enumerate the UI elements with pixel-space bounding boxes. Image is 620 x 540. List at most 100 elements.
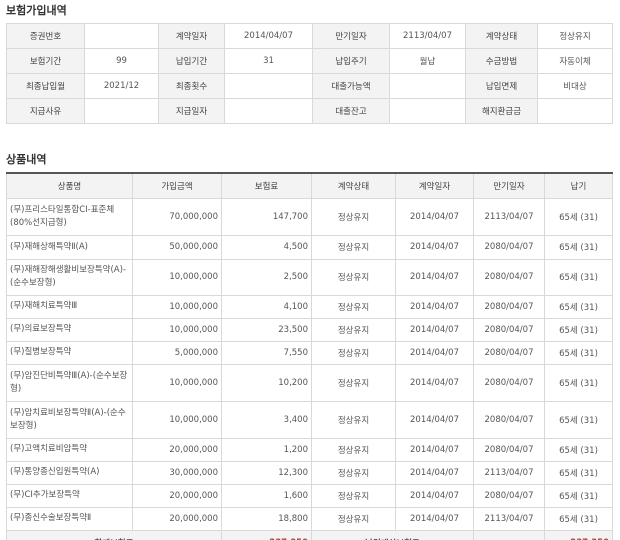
cell-start: 2014/04/07 <box>395 483 474 508</box>
info-value <box>84 23 159 49</box>
cell-status: 정상유지 <box>311 294 396 319</box>
cell-end: 2080/04/07 <box>473 258 545 296</box>
cell-status: 정상유지 <box>311 437 396 462</box>
info-label: 보험기간 <box>6 48 85 74</box>
cell-premium: 1,600 <box>221 483 312 508</box>
info-value <box>537 98 613 124</box>
table-row: (무)프리스타일통합CI-표준체(80%선지급형) 70,000,000 147,7… <box>6 197 613 236</box>
payable-label: 납입대상보험료 <box>311 529 474 540</box>
section-title-products: 상품내역 <box>6 153 47 166</box>
info-label: 계약상태 <box>465 23 538 49</box>
cell-start: 2014/04/07 <box>395 294 474 319</box>
cell-amount: 5,000,000 <box>132 340 222 365</box>
cell-name: (무)질병보장특약 <box>6 340 133 365</box>
cell-amount: 20,000,000 <box>132 483 222 508</box>
column-header: 계약상태 <box>311 172 396 199</box>
cell-status: 정상유지 <box>311 483 396 508</box>
column-header: 만기일자 <box>473 172 545 199</box>
cell-premium: 1,200 <box>221 437 312 462</box>
info-value: 2014/04/07 <box>224 23 313 49</box>
cell-start: 2014/04/07 <box>395 317 474 342</box>
cell-amount: 10,000,000 <box>132 258 222 296</box>
info-value <box>389 98 466 124</box>
payable-spacer <box>473 529 545 540</box>
cell-status: 정상유지 <box>311 340 396 365</box>
cell-status: 정상유지 <box>311 460 396 485</box>
info-label: 대출가능액 <box>312 73 390 99</box>
cell-end: 2113/04/07 <box>473 506 545 531</box>
cell-status: 정상유지 <box>311 400 396 439</box>
cell-premium: 18,800 <box>221 506 312 531</box>
info-row: 지급사유 지급일자 대출잔고 해지환급금 <box>6 98 613 124</box>
info-label: 지급사유 <box>6 98 85 124</box>
cell-premium: 10,200 <box>221 363 312 402</box>
cell-status: 정상유지 <box>311 317 396 342</box>
cell-end: 2080/04/07 <box>473 234 545 260</box>
cell-status: 정상유지 <box>311 197 396 236</box>
cell-end: 2080/04/07 <box>473 400 545 439</box>
table-row: (무)재해상해특약Ⅱ(A) 50,000,000 4,500 정상유지 2014/04/… <box>6 234 613 260</box>
cell-name: (무)암치료비보장특약Ⅱ(A)-(순수보장형) <box>6 400 133 439</box>
cell-name: (무)암진단비특약Ⅲ(A)-(순수보장형) <box>6 363 133 402</box>
cell-start: 2014/04/07 <box>395 506 474 531</box>
cell-term: 65세 (31) <box>544 258 613 296</box>
cell-status: 정상유지 <box>311 258 396 296</box>
info-label: 최종횟수 <box>158 73 225 99</box>
cell-amount: 20,000,000 <box>132 506 222 531</box>
info-label: 대출잔고 <box>312 98 390 124</box>
cell-premium: 3,400 <box>221 400 312 439</box>
info-label: 납입기간 <box>158 48 225 74</box>
cell-premium: 12,300 <box>221 460 312 485</box>
cell-name: (무)CI추가보장특약 <box>6 483 133 508</box>
cell-status: 정상유지 <box>311 234 396 260</box>
cell-term: 65세 (31) <box>544 363 613 402</box>
cell-premium: 23,500 <box>221 317 312 342</box>
info-label: 최종납입월 <box>6 73 85 99</box>
info-value: 2021/12 <box>84 73 159 99</box>
cell-term: 65세 (31) <box>544 437 613 462</box>
cell-end: 2113/04/07 <box>473 197 545 236</box>
table-row: (무)고액치료비암특약 20,000,000 1,200 정상유지 2014/04/07… <box>6 437 613 462</box>
cell-start: 2014/04/07 <box>395 234 474 260</box>
info-value: 2113/04/07 <box>389 23 466 49</box>
total-label: 합계보험료 <box>6 529 222 540</box>
cell-term: 65세 (31) <box>544 460 613 485</box>
products-header-row: 상품명 가입금액 보험료 계약상태 계약일자 만기일자 납기 <box>6 172 613 199</box>
info-value: 99 <box>84 48 159 74</box>
info-label: 계약일자 <box>158 23 225 49</box>
cell-end: 2080/04/07 <box>473 317 545 342</box>
cell-term: 65세 (31) <box>544 197 613 236</box>
cell-start: 2014/04/07 <box>395 197 474 236</box>
cell-term: 65세 (31) <box>544 483 613 508</box>
cell-end: 2113/04/07 <box>473 460 545 485</box>
info-label: 수금방법 <box>465 48 538 74</box>
products-table: 상품명 가입금액 보험료 계약상태 계약일자 만기일자 납기 (무)프리스타일통합CI-표준… <box>6 172 613 540</box>
info-value: 비대상 <box>537 73 613 99</box>
cell-amount: 70,000,000 <box>132 197 222 236</box>
cell-premium: 147,700 <box>221 197 312 236</box>
cell-amount: 10,000,000 <box>132 400 222 439</box>
table-row: (무)질병보장특약 5,000,000 7,550 정상유지 2014/04/07 208… <box>6 340 613 365</box>
cell-start: 2014/04/07 <box>395 363 474 402</box>
cell-end: 2080/04/07 <box>473 483 545 508</box>
table-row: (무)재해장해생활비보장특약(A)-(순수보장형) 10,000,000 2,500… <box>6 258 613 296</box>
table-row: (무)CI추가보장특약 20,000,000 1,600 정상유지 2014/04/07… <box>6 483 613 508</box>
total-value: 237,350 <box>221 529 312 540</box>
cell-end: 2080/04/07 <box>473 437 545 462</box>
cell-amount: 50,000,000 <box>132 234 222 260</box>
info-value <box>389 73 466 99</box>
cell-premium: 7,550 <box>221 340 312 365</box>
column-header: 상품명 <box>6 172 133 199</box>
cell-premium: 4,500 <box>221 234 312 260</box>
table-row: (무)재해치료특약Ⅲ 10,000,000 4,100 정상유지 2014/04/07 2… <box>6 294 613 319</box>
cell-start: 2014/04/07 <box>395 460 474 485</box>
info-label: 만기일자 <box>312 23 390 49</box>
cell-term: 65세 (31) <box>544 506 613 531</box>
cell-term: 65세 (31) <box>544 294 613 319</box>
cell-name: (무)재해장해생활비보장특약(A)-(순수보장형) <box>6 258 133 296</box>
cell-amount: 10,000,000 <box>132 363 222 402</box>
section-title-insurance: 보험가입내역 <box>6 4 67 17</box>
cell-end: 2080/04/07 <box>473 340 545 365</box>
info-label: 납입면제 <box>465 73 538 99</box>
info-row: 보험기간 99 납입기간 31 납입주기 월납 수금방법 자동이체 <box>6 48 613 74</box>
